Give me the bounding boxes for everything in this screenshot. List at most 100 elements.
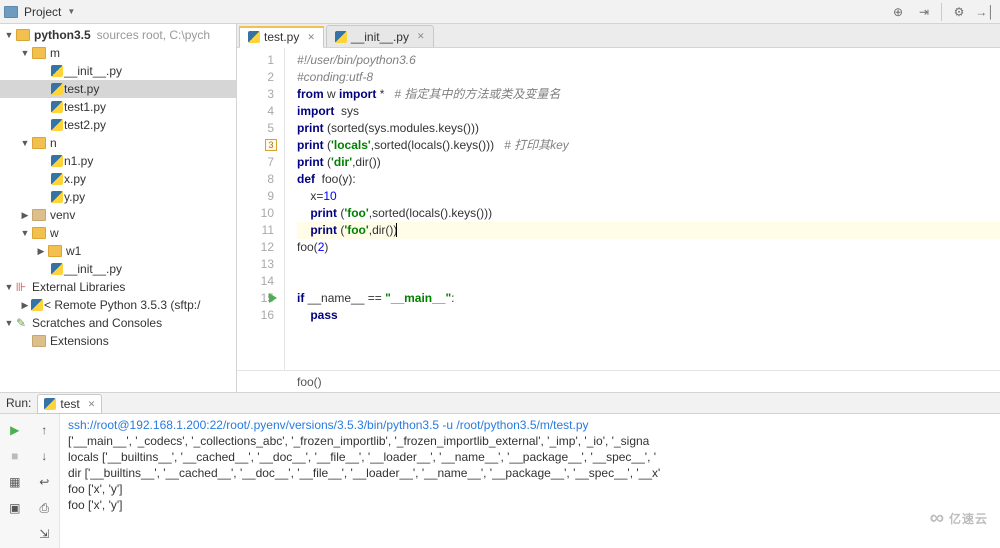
- gear-icon[interactable]: ⚙: [948, 1, 970, 23]
- run-gutter-icon[interactable]: [269, 293, 277, 303]
- project-title[interactable]: Project: [24, 5, 61, 19]
- python-file-icon: [50, 172, 64, 186]
- hide-icon[interactable]: →│: [974, 1, 996, 23]
- export-button[interactable]: ⇲: [34, 524, 54, 544]
- python-file-icon: [44, 398, 56, 410]
- output-line: foo ['x', 'y']: [68, 482, 123, 496]
- folder-icon: [16, 29, 30, 41]
- close-icon[interactable]: ✕: [88, 399, 96, 410]
- run-tab[interactable]: test ✕: [37, 394, 102, 414]
- chevron-right-icon[interactable]: ▶: [20, 300, 30, 311]
- run-output[interactable]: ssh://root@192.168.1.200:22/root/.pyenv/…: [60, 414, 1000, 548]
- collapse-icon[interactable]: ⇥: [913, 1, 935, 23]
- watermark-text: 亿速云: [949, 510, 988, 527]
- chevron-down-icon[interactable]: ▼: [4, 282, 14, 292]
- python-file-icon: [248, 31, 260, 43]
- run-tab-label: test: [60, 397, 79, 411]
- chevron-down-icon[interactable]: ▼: [20, 228, 30, 238]
- close-icon[interactable]: ✕: [417, 31, 425, 42]
- tree-dir-w1[interactable]: ▶ w1: [0, 242, 236, 260]
- stop-button[interactable]: ■: [5, 446, 25, 466]
- cloud-icon: ∞: [930, 507, 945, 530]
- output-line: locals ['__builtins__', '__cached__', '_…: [68, 450, 656, 464]
- project-tree[interactable]: ▼ python3.5 sources root, C:\pych ▼ m __…: [0, 24, 237, 392]
- tree-dir-venv[interactable]: ▶ venv: [0, 206, 236, 224]
- soft-wrap-button[interactable]: ↩: [34, 472, 54, 492]
- tree-label: Scratches and Consoles: [32, 316, 162, 330]
- tree-external-libraries[interactable]: ▼ ⊪ External Libraries: [0, 278, 236, 296]
- chevron-right-icon[interactable]: ▶: [36, 246, 46, 257]
- tree-label: m: [50, 46, 60, 60]
- chevron-down-icon[interactable]: ▼: [67, 7, 75, 16]
- tab-test-py[interactable]: test.py ✕: [239, 26, 324, 48]
- tree-file[interactable]: test2.py: [0, 116, 236, 134]
- python-file-icon: [50, 190, 64, 204]
- folder-icon: [32, 47, 46, 59]
- locate-icon[interactable]: ⊕: [887, 1, 909, 23]
- tree-file-selected[interactable]: test.py: [0, 80, 236, 98]
- chevron-down-icon[interactable]: ▼: [4, 30, 14, 40]
- python-file-icon: [50, 118, 64, 132]
- chevron-down-icon[interactable]: ▼: [20, 138, 30, 148]
- folder-icon: [48, 245, 62, 257]
- python-icon: [30, 298, 44, 312]
- tree-file[interactable]: y.py: [0, 188, 236, 206]
- tab-init-py[interactable]: __init__.py ✕: [326, 25, 434, 47]
- tree-remote-python[interactable]: ▶ < Remote Python 3.5.3 (sftp:/: [0, 296, 236, 314]
- tree-dir-w[interactable]: ▼ w: [0, 224, 236, 242]
- tree-label: test1.py: [64, 100, 106, 114]
- output-line: ['__main__', '_codecs', '_collections_ab…: [68, 434, 649, 448]
- pin-button[interactable]: ▣: [5, 498, 25, 518]
- tree-label: External Libraries: [32, 280, 125, 294]
- chevron-down-icon[interactable]: ▼: [4, 318, 14, 328]
- tree-dir-n[interactable]: ▼ n: [0, 134, 236, 152]
- run-command: ssh://root@192.168.1.200:22/root/.pyenv/…: [68, 418, 589, 432]
- tree-extensions[interactable]: ▶ Extensions: [0, 332, 236, 350]
- tree-file[interactable]: __init__.py: [0, 62, 236, 80]
- code-area[interactable]: #!/user/bin/poython3.6 #conding:utf-8 fr…: [285, 48, 1000, 370]
- code-editor[interactable]: 1 2 3 4 5 63 7 8 9 10 11 12 13 14 15 16 …: [237, 48, 1000, 370]
- tree-root[interactable]: ▼ python3.5 sources root, C:\pych: [0, 26, 236, 44]
- tree-label: n: [50, 136, 57, 150]
- chevron-right-icon[interactable]: ▶: [20, 210, 30, 221]
- tree-file[interactable]: __init__.py: [0, 260, 236, 278]
- tree-label: __init__.py: [64, 64, 122, 78]
- python-file-icon: [50, 262, 64, 276]
- tree-label: < Remote Python 3.5.3 (sftp:/: [44, 298, 200, 312]
- editor-tabs: test.py ✕ __init__.py ✕: [237, 24, 1000, 48]
- print-button[interactable]: ⎙: [34, 498, 54, 518]
- tree-scratches[interactable]: ▼ ✎ Scratches and Consoles: [0, 314, 236, 332]
- python-file-icon: [50, 64, 64, 78]
- python-file-icon: [50, 100, 64, 114]
- tree-label: Extensions: [50, 334, 109, 348]
- layout-button[interactable]: ▦: [5, 472, 25, 492]
- python-file-icon: [50, 82, 64, 96]
- tree-label: w: [50, 226, 59, 240]
- folder-icon: [32, 335, 46, 347]
- tree-hint: sources root, C:\pych: [97, 28, 210, 42]
- tab-label: test.py: [264, 30, 299, 44]
- breadcrumb-item[interactable]: foo(): [297, 375, 322, 389]
- editor-gutter[interactable]: 1 2 3 4 5 63 7 8 9 10 11 12 13 14 15 16: [237, 48, 285, 370]
- tree-file[interactable]: x.py: [0, 170, 236, 188]
- output-line: foo ['x', 'y']: [68, 498, 123, 512]
- editor-breadcrumb[interactable]: foo(): [237, 370, 1000, 392]
- close-icon[interactable]: ✕: [307, 32, 315, 43]
- run-tool-window: Run: test ✕ ▶ ■ ▦ ▣ ↑ ↓ ↩ ⎙ ⇲ ssh://root…: [0, 392, 1000, 536]
- watermark: ∞ 亿速云: [930, 507, 988, 530]
- project-icon: [4, 6, 18, 18]
- python-file-icon: [335, 31, 347, 43]
- tree-file[interactable]: n1.py: [0, 152, 236, 170]
- tree-label: x.py: [64, 172, 86, 186]
- rerun-button[interactable]: ▶: [5, 420, 25, 440]
- tree-file[interactable]: test1.py: [0, 98, 236, 116]
- inspection-badge-icon[interactable]: 3: [265, 139, 277, 151]
- scroll-up-button[interactable]: ↑: [34, 420, 54, 440]
- scroll-down-button[interactable]: ↓: [34, 446, 54, 466]
- library-icon: ⊪: [14, 280, 28, 294]
- scratch-icon: ✎: [14, 316, 28, 330]
- folder-icon: [32, 227, 46, 239]
- chevron-down-icon[interactable]: ▼: [20, 48, 30, 58]
- tree-label: venv: [50, 208, 75, 222]
- tree-dir-m[interactable]: ▼ m: [0, 44, 236, 62]
